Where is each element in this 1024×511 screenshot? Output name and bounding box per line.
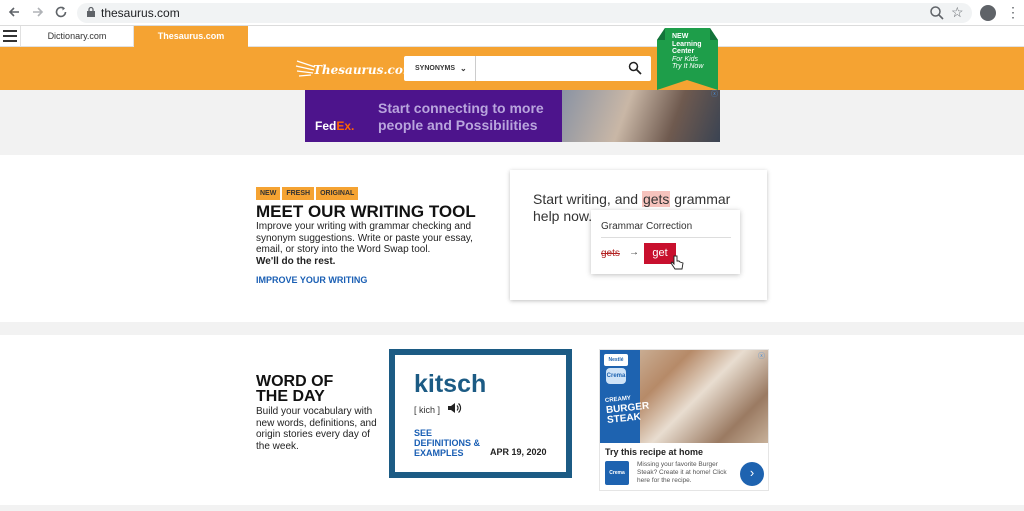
see-definitions-link[interactable]: SEE DEFINITIONS & EXAMPLES <box>414 428 484 458</box>
badge-row: NEW FRESH ORIGINAL <box>256 182 360 200</box>
nestle-logo: Nestlé <box>604 354 628 366</box>
hamburger-menu-icon[interactable] <box>3 30 17 42</box>
badge-original: ORIGINAL <box>316 187 359 200</box>
word-of-day-description: Build your vocabulary with new words, de… <box>256 406 377 452</box>
nestle-ad[interactable]: Nestlé Crema CREAMY BURGER STEAK ⓧ Try t… <box>599 349 769 491</box>
forward-button[interactable] <box>30 5 46 21</box>
nestle-small-logo: Crema <box>605 461 629 485</box>
writing-tool-section: NEW FRESH ORIGINAL MEET OUR WRITING TOOL I… <box>0 155 1024 322</box>
writing-tool-title: MEET OUR WRITING TOOL <box>256 202 476 221</box>
tab-thesaurus[interactable]: Thesaurus.com <box>134 26 248 47</box>
hand-cursor-icon <box>670 255 684 270</box>
reload-icon <box>55 6 67 18</box>
arrow-left-icon <box>8 7 19 17</box>
burger-label-main: BURGER STEAK <box>605 400 650 427</box>
search-type-label: SYNONYMS <box>415 65 456 72</box>
nestle-ad-headline: Try this recipe at home <box>605 447 704 457</box>
grammar-correction-popup: Grammar Correction gets → get <box>591 210 740 274</box>
address-bar[interactable]: thesaurus.com ☆ <box>77 3 972 23</box>
site-tab-strip: Dictionary.com Thesaurus.com <box>0 26 1024 47</box>
back-button[interactable] <box>6 5 22 21</box>
demo-highlight-word: gets <box>641 191 671 207</box>
improve-writing-link[interactable]: IMPROVE YOUR WRITING <box>256 275 367 285</box>
word-of-day-card[interactable]: kitsch [ kich ] SEE DEFINITIONS & EXAMPL… <box>389 349 572 478</box>
arrow-right-icon <box>33 7 44 17</box>
profile-avatar-icon[interactable] <box>980 5 996 21</box>
fedex-ad-message: Start connecting to more people and Poss… <box>378 100 544 133</box>
fedex-logo-fed: Fed <box>315 119 337 133</box>
popup-title: Grammar Correction <box>601 221 693 232</box>
grammar-demo-card: Start writing, and gets grammar help now… <box>510 170 767 300</box>
fedex-logo: FedEx. <box>315 119 354 133</box>
thesaurus-logo[interactable]: Thesaurus.com <box>295 55 416 83</box>
ribbon-line-kids: For Kids <box>672 55 699 63</box>
reload-button[interactable] <box>53 5 69 21</box>
ad-close-icon[interactable]: ⓧ <box>758 351 765 361</box>
url-text: thesaurus.com <box>101 6 180 20</box>
fedex-logo-ex: Ex. <box>336 119 355 133</box>
browser-menu-icon[interactable]: ⋮ <box>1006 4 1020 20</box>
speaker-icon[interactable] <box>446 400 462 416</box>
writing-tool-body-text: Improve your writing with grammar checki… <box>256 221 473 255</box>
word-of-day-title: WORD OF THE DAY <box>256 373 334 405</box>
fedex-ad-banner[interactable]: FedEx. Start connecting to more people a… <box>305 90 720 142</box>
chevron-down-icon: ⌄ <box>460 64 467 73</box>
search-icon[interactable] <box>628 61 642 75</box>
site-header: Thesaurus.com SYNONYMS ⌄ <box>0 47 1024 90</box>
search-input[interactable] <box>477 56 627 81</box>
tab-dictionary[interactable]: Dictionary.com <box>20 26 134 47</box>
learning-center-ribbon[interactable]: NEW Learning Center For Kids Try It Now <box>657 28 718 90</box>
search-type-select[interactable]: SYNONYMS ⌄ <box>404 56 476 81</box>
popup-old-word: gets <box>601 248 620 259</box>
ribbon-line-cta: Try It Now <box>672 63 704 70</box>
lock-icon <box>87 6 95 17</box>
chevron-right-icon[interactable]: › <box>740 462 764 486</box>
arrow-right-icon: → <box>629 247 639 258</box>
writing-tool-body-bold: We'll do the rest. <box>256 255 336 267</box>
zoom-icon[interactable] <box>929 5 945 21</box>
word-of-day-date: APR 19, 2020 <box>490 447 547 457</box>
bookmark-star-icon[interactable]: ☆ <box>951 4 964 21</box>
search-bar: SYNONYMS ⌄ <box>404 56 651 81</box>
demo-text-pre: Start writing, and <box>533 191 642 207</box>
writing-tool-description: Improve your writing with grammar checki… <box>256 221 491 267</box>
ribbon-line-center: Center <box>672 48 695 55</box>
fedex-ad-photo <box>562 90 720 142</box>
browser-toolbar: thesaurus.com ☆ ⋮ <box>0 0 1024 26</box>
crema-logo: Crema <box>606 368 626 384</box>
badge-new: NEW <box>256 187 281 200</box>
ribbon-line-learning: Learning <box>672 40 702 48</box>
ribbon-line-new: NEW <box>672 33 689 40</box>
word-of-day-word: kitsch <box>414 370 487 398</box>
nestle-ad-copy: Missing your favorite Burger Steak? Crea… <box>637 461 727 484</box>
ad-close-icon[interactable]: ⓧ <box>711 91 719 99</box>
word-pronunciation: [ kich ] <box>414 405 441 415</box>
top-ad-band: FedEx. Start connecting to more people a… <box>0 90 1024 155</box>
badge-fresh: FRESH <box>282 187 315 200</box>
burger-steak-label: CREAMY BURGER STEAK <box>605 392 650 427</box>
logo-text: Thesaurus.com <box>313 63 416 77</box>
ribbon-text: NEW Learning Center For Kids Try It Now <box>672 33 703 71</box>
word-of-day-section: WORD OF THE DAY Build your vocabulary wi… <box>0 335 1024 505</box>
popup-divider <box>601 237 731 238</box>
